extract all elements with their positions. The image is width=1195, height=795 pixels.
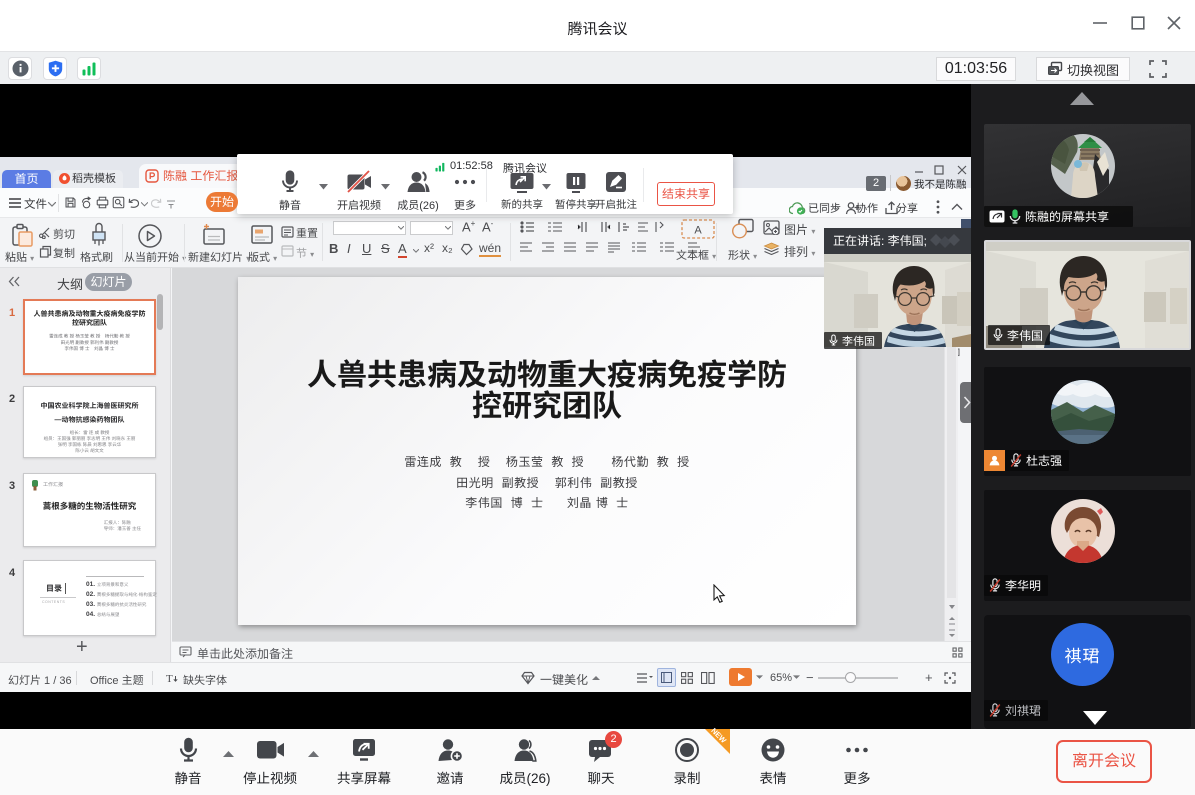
svg-text:T: T xyxy=(166,673,173,684)
svg-text:A: A xyxy=(694,225,702,237)
